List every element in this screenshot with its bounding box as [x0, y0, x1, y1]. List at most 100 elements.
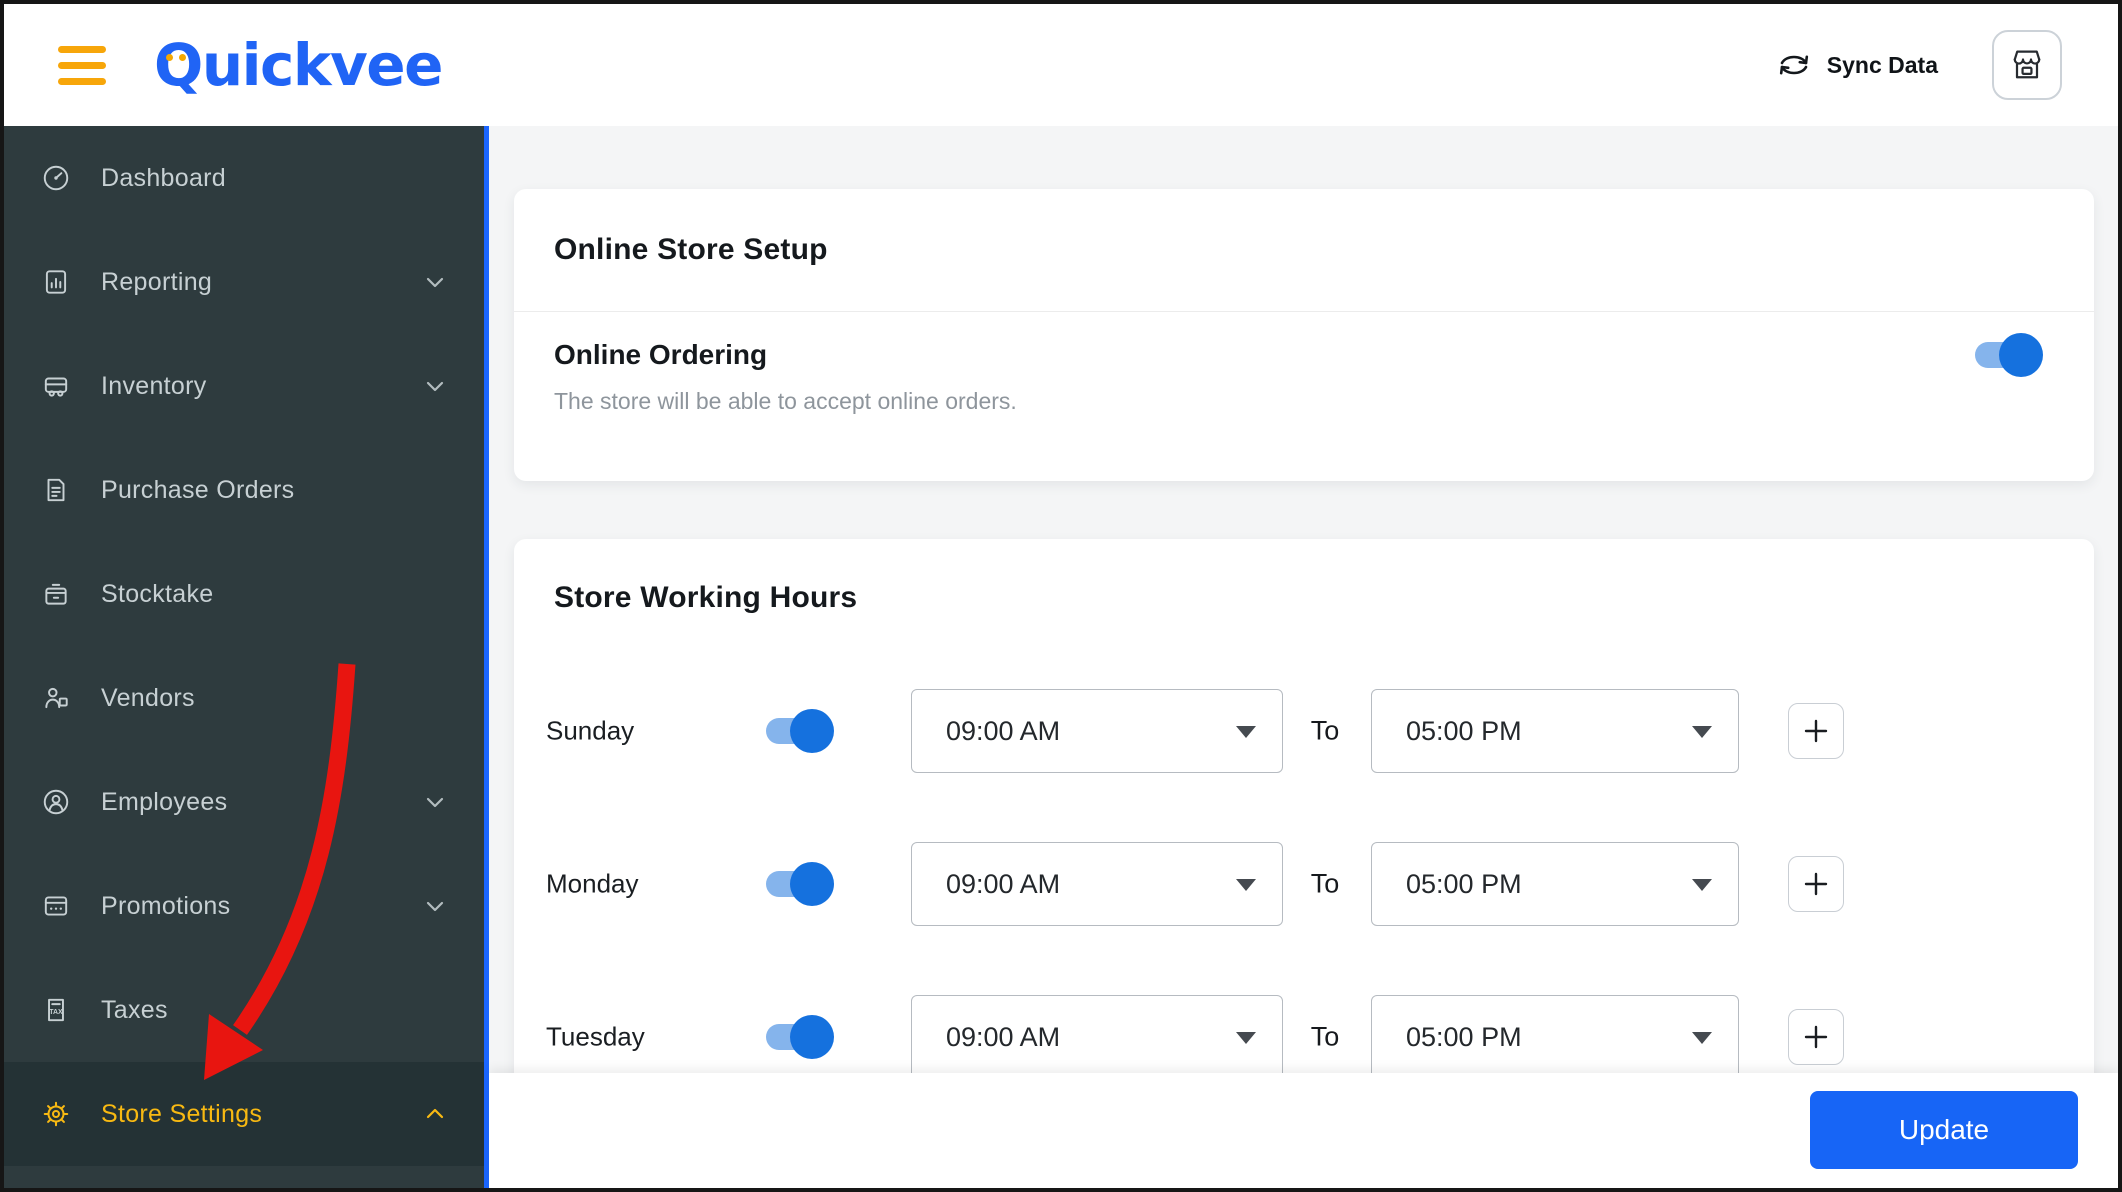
plus-icon — [1802, 870, 1830, 898]
tuesday-add-hours-button[interactable] — [1788, 1009, 1844, 1065]
sidebar-item-label: Taxes — [101, 995, 168, 1024]
store-working-hours-title: Store Working Hours — [554, 581, 858, 614]
monday-add-hours-button[interactable] — [1788, 856, 1844, 912]
chevron-up-icon — [422, 1101, 448, 1127]
reporting-icon — [38, 267, 74, 297]
chevron-down-icon — [422, 373, 448, 399]
monday-open-time-select[interactable]: 09:00 AM — [911, 842, 1283, 926]
close-time-value: 05:00 PM — [1406, 715, 1522, 746]
sidebar-item-label: Vendors — [101, 683, 195, 712]
sunday-close-time-select[interactable]: 05:00 PM — [1371, 689, 1739, 773]
to-label: To — [1310, 715, 1340, 746]
sidebar-item-label: Inventory — [101, 371, 207, 400]
online-ordering-section: Online Ordering The store will be able t… — [514, 312, 2094, 415]
sidebar-item-label: Reporting — [101, 267, 213, 296]
toggle-knob — [1999, 333, 2043, 377]
sunday-add-hours-button[interactable] — [1788, 703, 1844, 759]
svg-text:TAX: TAX — [49, 1009, 63, 1016]
sidebar-item-label: Stocktake — [101, 579, 214, 608]
main-content: Online Store Setup Online Ordering The s… — [489, 126, 2118, 1188]
online-ordering-toggle[interactable] — [1975, 333, 2043, 377]
day-label: Monday — [546, 868, 639, 899]
sidebar-item-purchase-orders[interactable]: Purchase Orders — [4, 438, 484, 542]
sidebar-item-taxes[interactable]: TAX Taxes — [4, 958, 484, 1062]
sync-data-button[interactable]: Sync Data — [1776, 50, 1938, 80]
inventory-icon — [38, 371, 74, 401]
close-time-value: 05:00 PM — [1406, 868, 1522, 899]
promotions-icon — [38, 891, 74, 921]
tuesday-toggle[interactable] — [766, 1015, 834, 1059]
sidebar-item-label: Employees — [101, 787, 228, 816]
toggle-knob — [790, 862, 834, 906]
monday-close-time-select[interactable]: 05:00 PM — [1371, 842, 1739, 926]
employees-icon — [38, 787, 74, 817]
sidebar-item-vendors[interactable]: Vendors — [4, 646, 484, 750]
open-time-value: 09:00 AM — [946, 1021, 1061, 1052]
sunday-open-time-select[interactable]: 09:00 AM — [911, 689, 1283, 773]
caret-down-icon — [1236, 726, 1256, 738]
sidebar-item-stocktake[interactable]: Stocktake — [4, 542, 484, 646]
toggle-knob — [790, 709, 834, 753]
online-store-setup-title: Online Store Setup — [554, 233, 828, 266]
caret-down-icon — [1236, 879, 1256, 891]
to-label: To — [1310, 868, 1340, 899]
hours-row-tuesday: Tuesday 09:00 AM To 05:00 PM — [514, 995, 2094, 1079]
logo-q-mark: Q — [154, 31, 203, 99]
online-store-setup-card: Online Store Setup Online Ordering The s… — [514, 189, 2094, 481]
sync-icon — [1776, 50, 1812, 80]
sidebar: Dashboard Reporting Inventory Purchase O… — [4, 126, 484, 1188]
sidebar-item-label: Dashboard — [101, 163, 227, 192]
app-logo[interactable]: QQuickveeuickvee — [154, 31, 443, 99]
tuesday-open-time-select[interactable]: 09:00 AM — [911, 995, 1283, 1079]
open-time-value: 09:00 AM — [946, 715, 1061, 746]
app-window: QQuickveeuickvee Sync Data — [0, 0, 2122, 1192]
header-actions: Sync Data — [1776, 30, 2062, 100]
store-icon-button[interactable] — [1992, 30, 2062, 100]
chevron-down-icon — [422, 893, 448, 919]
menu-button[interactable] — [58, 45, 106, 85]
bottom-action-bar: Update — [489, 1073, 2118, 1188]
stocktake-icon — [38, 579, 74, 609]
taxes-icon: TAX — [38, 995, 74, 1025]
sunday-toggle[interactable] — [766, 709, 834, 753]
gear-icon — [38, 1099, 74, 1129]
top-header: QQuickveeuickvee Sync Data — [4, 4, 2118, 126]
hours-row-monday: Monday 09:00 AM To 05:00 PM — [514, 842, 2094, 926]
online-ordering-description: The store will be able to accept online … — [554, 388, 1017, 414]
caret-down-icon — [1692, 879, 1712, 891]
sidebar-item-reporting[interactable]: Reporting — [4, 230, 484, 334]
sidebar-item-promotions[interactable]: Promotions — [4, 854, 484, 958]
sidebar-item-store-settings[interactable]: Store Settings — [4, 1062, 484, 1166]
sidebar-item-inventory[interactable]: Inventory — [4, 334, 484, 438]
hamburger-icon — [58, 45, 106, 53]
sidebar-item-label: Promotions — [101, 891, 231, 920]
online-ordering-label: Online Ordering — [554, 339, 768, 370]
plus-icon — [1802, 1023, 1830, 1051]
chevron-down-icon — [422, 789, 448, 815]
sidebar-item-dashboard[interactable]: Dashboard — [4, 126, 484, 230]
tuesday-close-time-select[interactable]: 05:00 PM — [1371, 995, 1739, 1079]
day-label: Sunday — [546, 715, 635, 746]
storefront-icon — [2007, 45, 2047, 85]
plus-icon — [1802, 717, 1830, 745]
sidebar-item-label: Purchase Orders — [101, 475, 295, 504]
open-time-value: 09:00 AM — [946, 868, 1061, 899]
chevron-down-icon — [422, 269, 448, 295]
caret-down-icon — [1692, 726, 1712, 738]
hours-row-sunday: Sunday 09:00 AM To 05:00 PM — [514, 689, 2094, 773]
content-accent-line — [484, 126, 489, 1188]
card-header: Online Store Setup — [514, 189, 2094, 312]
monday-toggle[interactable] — [766, 862, 834, 906]
caret-down-icon — [1236, 1032, 1256, 1044]
sidebar-item-employees[interactable]: Employees — [4, 750, 484, 854]
toggle-knob — [790, 1015, 834, 1059]
update-button[interactable]: Update — [1810, 1091, 2078, 1169]
dashboard-icon — [38, 163, 74, 193]
close-time-value: 05:00 PM — [1406, 1021, 1522, 1052]
vendors-icon — [38, 683, 74, 713]
sidebar-item-label: Store Settings — [101, 1099, 263, 1128]
purchase-orders-icon — [38, 475, 74, 505]
to-label: To — [1310, 1021, 1340, 1052]
day-label: Tuesday — [546, 1021, 645, 1052]
caret-down-icon — [1692, 1032, 1712, 1044]
